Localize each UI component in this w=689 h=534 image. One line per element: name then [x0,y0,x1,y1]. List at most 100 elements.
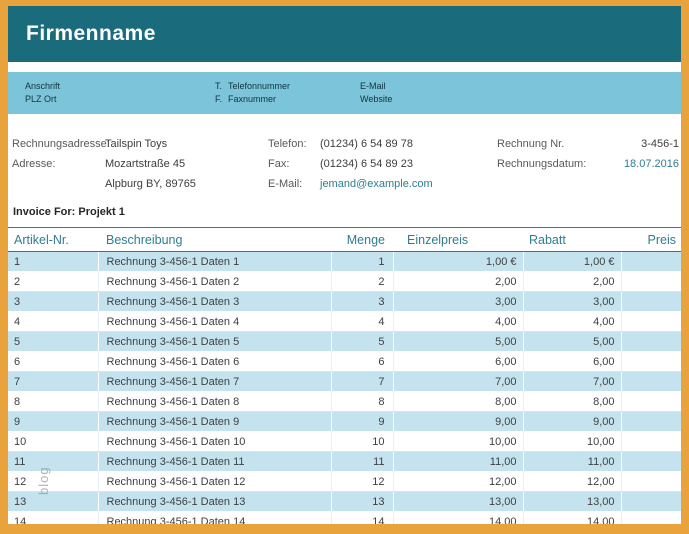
cell-nr: 12 [8,472,98,492]
contact-online-block: E-Mail Website [360,80,392,106]
cell-menge: 1 [331,252,393,272]
cell-beschreibung: Rechnung 3-456-1 Daten 14 [98,512,331,525]
cell-einzelpreis: 13,00 [393,492,523,512]
items-body: 1Rechnung 3-456-1 Daten 111,00 €1,00 €2R… [8,252,681,525]
cell-nr: 9 [8,412,98,432]
cell-menge: 4 [331,312,393,332]
cell-beschreibung: Rechnung 3-456-1 Daten 2 [98,272,331,292]
table-row: 6Rechnung 3-456-1 Daten 666,006,00 [8,352,681,372]
cell-rabatt: 1,00 € [523,252,621,272]
masthead: Firmenname [8,6,681,62]
table-row: 9Rechnung 3-456-1 Daten 999,009,00 [8,412,681,432]
table-row: 3Rechnung 3-456-1 Daten 333,003,00 [8,292,681,312]
cell-beschreibung: Rechnung 3-456-1 Daten 13 [98,492,331,512]
cell-menge: 9 [331,412,393,432]
contact-phone-line: T.Telefonnummer [215,80,290,93]
cell-preis [621,472,681,492]
table-row: 11Rechnung 3-456-1 Daten 111111,0011,00 [8,452,681,472]
table-row: 2Rechnung 3-456-1 Daten 222,002,00 [8,272,681,292]
table-row: 10Rechnung 3-456-1 Daten 101010,0010,00 [8,432,681,452]
cell-preis [621,252,681,272]
cell-rabatt: 2,00 [523,272,621,292]
header-einzelpreis: Einzelpreis [393,228,523,252]
cell-nr: 8 [8,392,98,412]
table-row: 5Rechnung 3-456-1 Daten 555,005,00 [8,332,681,352]
cell-beschreibung: Rechnung 3-456-1 Daten 6 [98,352,331,372]
cell-nr: 11 [8,452,98,472]
cell-preis [621,492,681,512]
cell-einzelpreis: 11,00 [393,452,523,472]
address-city: Alpburg BY, 89765 [105,174,196,194]
contact-values: (01234) 6 54 89 78 (01234) 6 54 89 23 je… [320,134,433,194]
cell-einzelpreis: 12,00 [393,472,523,492]
header-beschreibung: Beschreibung [98,228,331,252]
contact-address-block: Anschrift PLZ Ort [25,80,60,106]
cell-preis [621,272,681,292]
address-label: Adresse: [12,154,110,174]
cell-rabatt: 4,00 [523,312,621,332]
cell-nr: 4 [8,312,98,332]
contact-email-label: E-Mail [360,80,392,93]
fax-label: Faxnummer [228,94,276,104]
billing-address-label: Rechnungsadresse: [12,134,110,154]
invoice-date-value: 18.07.2016 [624,154,679,174]
header-rabatt: Rabatt [523,228,621,252]
cell-menge: 3 [331,292,393,312]
contact-fax-line: F.Faxnummer [215,93,290,106]
cell-einzelpreis: 4,00 [393,312,523,332]
cell-menge: 13 [331,492,393,512]
fax-prefix: F. [215,93,228,106]
cell-einzelpreis: 8,00 [393,392,523,412]
blog-watermark: blog [36,466,51,495]
invoice-number-label: Rechnung Nr. [497,134,586,154]
cell-rabatt: 7,00 [523,372,621,392]
cell-einzelpreis: 1,00 € [393,252,523,272]
cell-menge: 10 [331,432,393,452]
invoice-meta-labels: Rechnung Nr. Rechnungsdatum: [497,134,586,174]
invoice-for-label: Invoice For: Projekt 1 [8,206,681,218]
cell-rabatt: 5,00 [523,332,621,352]
cell-einzelpreis: 14,00 [393,512,523,525]
cell-rabatt: 10,00 [523,432,621,452]
header-preis: Preis [621,228,681,252]
cell-menge: 2 [331,272,393,292]
table-row: 13Rechnung 3-456-1 Daten 131313,0013,00 [8,492,681,512]
items-header: Artikel-Nr. Beschreibung Menge Einzelpre… [8,228,681,252]
cell-beschreibung: Rechnung 3-456-1 Daten 12 [98,472,331,492]
cell-nr: 10 [8,432,98,452]
cell-preis [621,292,681,312]
fax-value-label: Fax: [268,154,307,174]
cell-preis [621,352,681,372]
contact-address-line1: Anschrift [25,80,60,93]
cell-rabatt: 8,00 [523,392,621,412]
cell-menge: 14 [331,512,393,525]
contact-website-label: Website [360,93,392,106]
invoice-details: Rechnungsadresse: Adresse: Tailspin Toys… [8,114,681,206]
cell-nr: 7 [8,372,98,392]
cell-einzelpreis: 7,00 [393,372,523,392]
invoice-date-label: Rechnungsdatum: [497,154,586,174]
cell-menge: 8 [331,392,393,412]
cell-nr: 13 [8,492,98,512]
contact-bar: Anschrift PLZ Ort T.Telefonnummer F.Faxn… [8,72,681,114]
cell-preis [621,452,681,472]
cell-rabatt: 14,00 [523,512,621,525]
cell-preis [621,332,681,352]
phone-value-label: Telefon: [268,134,307,154]
header-menge: Menge [331,228,393,252]
cell-beschreibung: Rechnung 3-456-1 Daten 11 [98,452,331,472]
email-value-label: E-Mail: [268,174,307,194]
cell-einzelpreis: 10,00 [393,432,523,452]
email-value: jemand@example.com [320,174,433,194]
cell-beschreibung: Rechnung 3-456-1 Daten 1 [98,252,331,272]
address-street: Mozartstraße 45 [105,154,196,174]
table-row: 1Rechnung 3-456-1 Daten 111,00 €1,00 € [8,252,681,272]
table-row: 12Rechnung 3-456-1 Daten 121212,0012,00 [8,472,681,492]
contact-labels: Telefon: Fax: E-Mail: [268,134,307,194]
cell-einzelpreis: 5,00 [393,332,523,352]
cell-beschreibung: Rechnung 3-456-1 Daten 5 [98,332,331,352]
cell-preis [621,372,681,392]
table-row: 7Rechnung 3-456-1 Daten 777,007,00 [8,372,681,392]
cell-nr: 2 [8,272,98,292]
table-row: 8Rechnung 3-456-1 Daten 888,008,00 [8,392,681,412]
